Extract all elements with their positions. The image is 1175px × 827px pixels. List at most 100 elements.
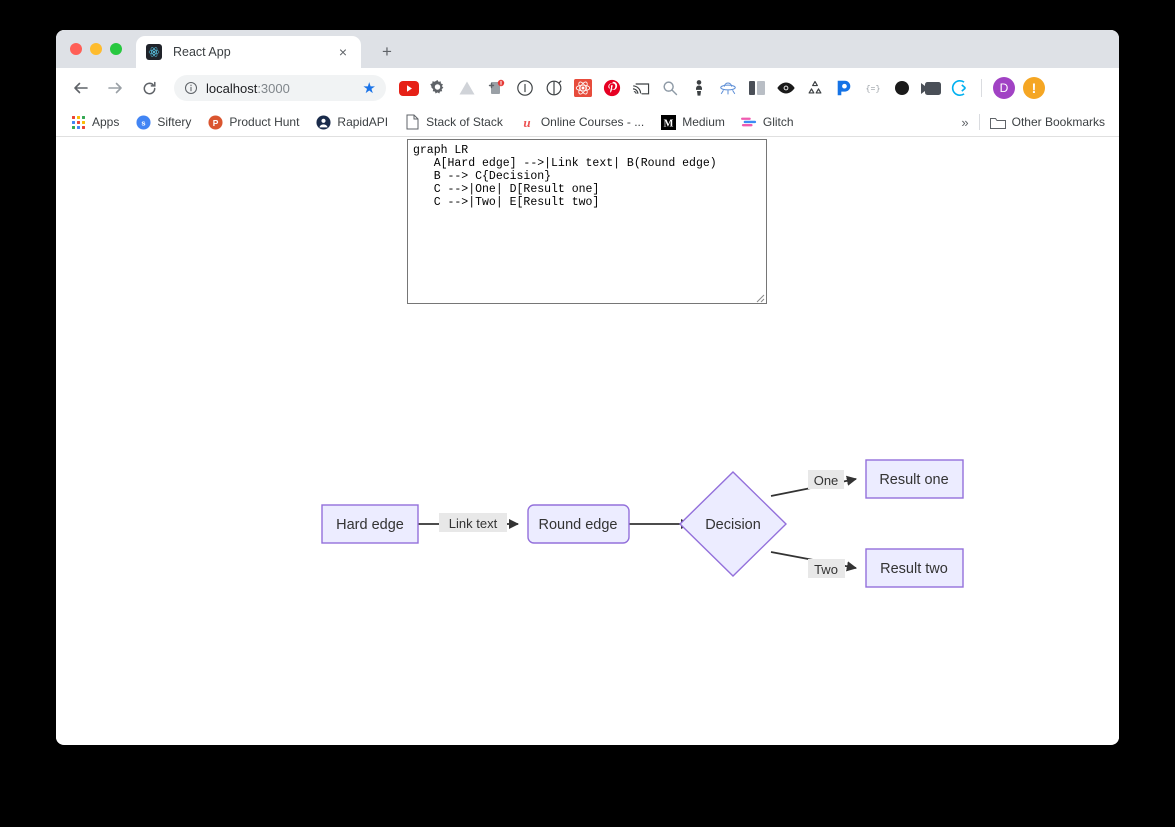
bookmark-siftery[interactable]: s Siftery (135, 114, 191, 130)
edge-label-two: Two (808, 559, 845, 578)
ufo-icon[interactable] (713, 74, 742, 102)
svg-text:s: s (141, 118, 145, 127)
svg-text:M: M (663, 118, 673, 129)
bookmark-rapidapi[interactable]: RapidAPI (315, 114, 388, 130)
search-magnifier-icon[interactable] (655, 74, 684, 102)
black-circle-icon[interactable] (887, 74, 916, 102)
other-bookmarks-button[interactable]: Other Bookmarks (989, 114, 1105, 130)
window-minimize-button[interactable] (90, 43, 102, 55)
node-label: Round edge (538, 517, 617, 533)
svg-text:P: P (213, 117, 219, 127)
react-devtools-icon[interactable] (568, 74, 597, 102)
pinterest-icon[interactable] (597, 74, 626, 102)
svg-text:u: u (523, 115, 530, 130)
bookmark-label: RapidAPI (337, 115, 389, 129)
bookmark-stack-of-stack[interactable]: Stack of Stack (404, 114, 503, 130)
status-badge[interactable]: ! (1023, 77, 1045, 99)
edge-label: Link text (449, 516, 498, 531)
bookmark-label: Siftery (157, 115, 192, 129)
youtube-icon[interactable] (394, 74, 423, 102)
bookmark-label: Medium (682, 115, 725, 129)
browser-toolbar: localhost:3000 ★ {=} D ! (56, 68, 1119, 108)
bookmark-label: Online Courses - ... (540, 115, 645, 129)
bookmark-label: Glitch (762, 115, 794, 129)
edge-label: One (814, 473, 839, 488)
pocket-icon[interactable] (829, 74, 858, 102)
node-label: Decision (705, 517, 761, 533)
medium-icon: M (660, 114, 676, 130)
other-bookmarks-label: Other Bookmarks (1011, 115, 1105, 129)
close-icon[interactable]: × (335, 44, 351, 60)
bookmark-label: Apps (92, 115, 120, 129)
back-icon[interactable] (67, 74, 95, 102)
folder-icon (989, 114, 1006, 130)
svg-text:{=}: {=} (865, 84, 880, 94)
columns-icon[interactable] (742, 74, 771, 102)
eye-icon[interactable] (771, 74, 800, 102)
bookmark-product-hunt[interactable]: P Product Hunt (207, 114, 299, 130)
crescent-icon[interactable] (945, 74, 974, 102)
browser-window: React App × + localhost:3000 ★ {=} D ! A… (56, 30, 1119, 745)
bookmarks-bar: Apps s Siftery P Product Hunt RapidAPI S… (56, 108, 1119, 137)
apps-grid-icon (70, 114, 86, 130)
edge-label-one: One (808, 470, 844, 489)
react-logo-icon (146, 44, 162, 60)
add-to-clipboard-icon[interactable] (481, 74, 510, 102)
info-circle-icon[interactable] (184, 81, 198, 95)
address-bar-url: localhost:3000 (206, 81, 357, 96)
address-bar[interactable]: localhost:3000 ★ (174, 75, 386, 101)
tab-strip: React App × + (56, 30, 1119, 68)
node-round-edge[interactable]: Round edge (527, 504, 630, 544)
page-viewport: graph LR A[Hard edge] -->|Link text| B(R… (56, 137, 1119, 744)
rapidapi-icon (315, 114, 331, 130)
mermaid-svg: Hard edge Round edge Decision Result one (321, 459, 964, 588)
url-port: :3000 (257, 80, 290, 96)
gear-icon[interactable] (423, 74, 452, 102)
chevron-overflow-icon[interactable]: » (951, 115, 978, 130)
video-camera-icon[interactable] (916, 74, 945, 102)
refresh-circle-icon[interactable] (539, 74, 568, 102)
drive-icon[interactable] (452, 74, 481, 102)
node-label: Result two (880, 561, 948, 577)
bookmarks-overflow: » Other Bookmarks (951, 114, 1105, 130)
node-result-two[interactable]: Result two (865, 548, 964, 588)
node-decision[interactable]: Decision (679, 471, 787, 577)
window-close-button[interactable] (70, 43, 82, 55)
product-hunt-icon: P (207, 114, 223, 130)
mermaid-code-input[interactable]: graph LR A[Hard edge] -->|Link text| B(R… (407, 139, 767, 304)
browser-tab[interactable]: React App × (136, 36, 361, 68)
tab-title: React App (173, 45, 231, 59)
bookmark-online-courses[interactable]: u Online Courses - ... (519, 114, 644, 130)
edge-label: Two (814, 562, 838, 577)
avatar[interactable]: D (993, 77, 1015, 99)
forward-icon[interactable] (101, 74, 129, 102)
extensions-strip: {=} D ! (394, 74, 1049, 102)
bookmark-star-icon[interactable]: ★ (363, 81, 376, 96)
traffic-lights (70, 43, 122, 55)
node-result-one[interactable]: Result one (865, 459, 964, 499)
url-host: localhost (206, 80, 258, 96)
bookmark-medium[interactable]: M Medium (660, 114, 725, 130)
cast-icon[interactable] (626, 74, 655, 102)
code-braces-icon[interactable]: {=} (858, 74, 887, 102)
bookmark-label: Stack of Stack (426, 115, 503, 129)
siftery-icon: s (135, 114, 151, 130)
bookmark-label: Product Hunt (229, 115, 300, 129)
recycle-icon[interactable] (800, 74, 829, 102)
info-circle-icon[interactable] (510, 74, 539, 102)
document-icon (404, 114, 420, 130)
reload-icon[interactable] (135, 74, 163, 102)
bookmark-glitch[interactable]: Glitch (740, 114, 794, 130)
udemy-icon: u (519, 114, 535, 130)
new-tab-icon[interactable]: + (378, 43, 396, 61)
glitch-icon (740, 114, 757, 130)
node-hard-edge[interactable]: Hard edge (321, 504, 419, 544)
node-label: Result one (879, 472, 948, 488)
toolbar-divider (981, 79, 982, 97)
person-pin-icon[interactable] (684, 74, 713, 102)
mermaid-diagram: Hard edge Round edge Decision Result one (56, 312, 1119, 612)
bookmark-apps[interactable]: Apps (70, 114, 119, 130)
edge-label-link-text: Link text (439, 513, 507, 532)
bookmarks-divider (978, 114, 980, 130)
window-zoom-button[interactable] (110, 43, 122, 55)
